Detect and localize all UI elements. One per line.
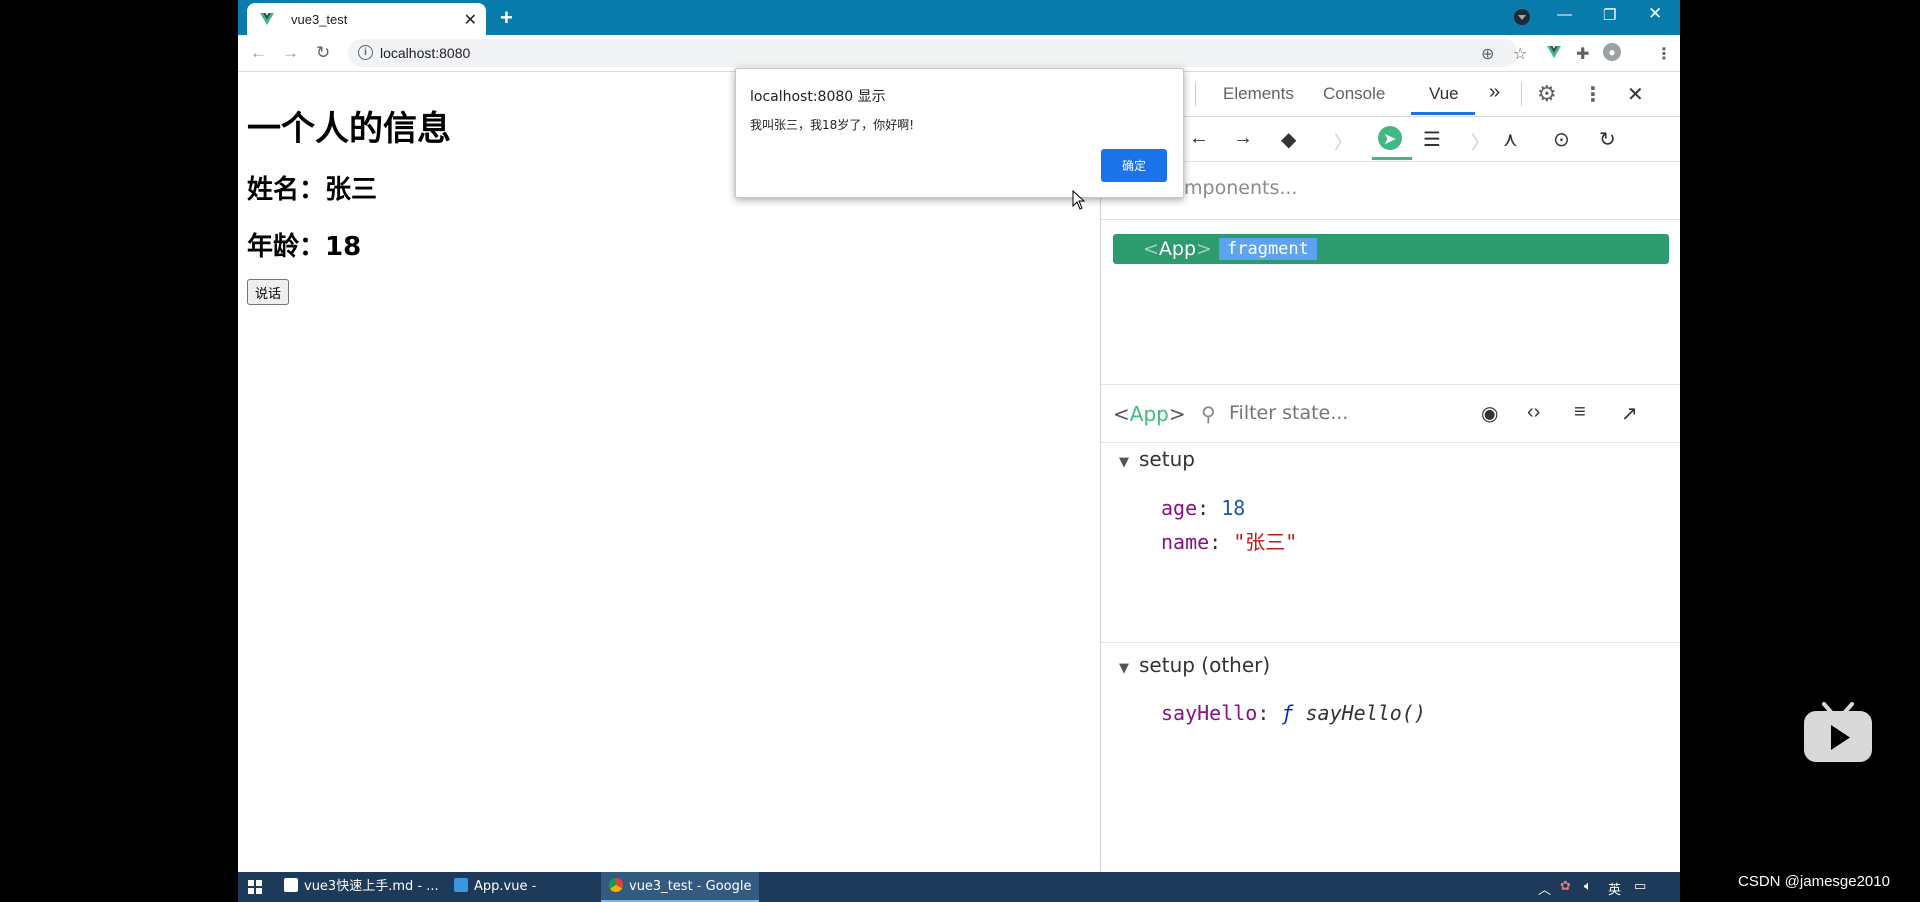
url-text[interactable]: localhost:8080 xyxy=(380,45,470,61)
address-bar[interactable]: i localhost:8080 xyxy=(348,39,1518,67)
tray-app-icon[interactable]: ✿ xyxy=(1560,879,1571,894)
tab-console[interactable]: Console xyxy=(1323,84,1385,104)
settings-gear-icon[interactable]: ⚙ xyxy=(1537,81,1557,107)
speak-button[interactable]: 说话 xyxy=(247,279,290,305)
browser-menu-icon[interactable]: ⋮ xyxy=(1656,44,1672,64)
tab-search-icon[interactable] xyxy=(1514,9,1530,25)
open-source-code-icon[interactable]: ‹› xyxy=(1527,401,1540,424)
show-hidden-icons-icon[interactable]: ︿ xyxy=(1538,879,1551,898)
page-heading: 一个人的信息 xyxy=(247,109,451,149)
inspector-header: <App> ⚲ ◉ ‹› ≡ ↗ xyxy=(1101,385,1680,443)
open-in-editor-icon[interactable]: ↗ xyxy=(1621,401,1638,426)
inspect-dom-eye-icon[interactable]: ◉ xyxy=(1481,401,1498,426)
close-devtools-icon[interactable]: ✕ xyxy=(1627,82,1644,107)
navigation-bar: ← → ↻ i localhost:8080 ⊕ ☆ ✚ ● ⋮ xyxy=(238,35,1680,72)
new-tab-icon[interactable]: + xyxy=(500,5,513,31)
collapse-state-icon[interactable]: ≡ xyxy=(1574,401,1586,424)
state-prop-sayhello[interactable]: sayHello: ƒ sayHello() xyxy=(1161,701,1426,725)
csdn-watermark: CSDN @jamesge2010 xyxy=(1738,873,1890,890)
alert-message: 我叫张三，我18岁了，你好啊! xyxy=(750,118,915,132)
selected-component-label: <App> xyxy=(1113,402,1186,426)
volume-icon[interactable]: 🔈︎ xyxy=(1584,879,1592,894)
vue-devtools-toolbar: ← → ◆ 〉 ➤ ☰ 〉 ⋏ ⊙ ↻ xyxy=(1101,117,1680,162)
close-window-icon[interactable]: ✕ xyxy=(1648,4,1662,24)
taskbar-item-typora[interactable]: vue3快速上手.md - ... xyxy=(284,872,444,902)
forward-icon[interactable]: → xyxy=(282,43,299,63)
components-layers-icon[interactable]: ◆ xyxy=(1281,127,1296,152)
section-header[interactable]: ▼ setup (other) xyxy=(1119,653,1270,677)
search-icon: ⚲ xyxy=(1201,404,1216,426)
section-divider xyxy=(1101,642,1680,643)
minimize-icon[interactable]: — xyxy=(1557,6,1572,23)
devtools-menu-icon[interactable]: ⋮ xyxy=(1583,82,1603,107)
component-name: <App> xyxy=(1143,238,1212,260)
back-icon[interactable]: ← xyxy=(250,43,267,63)
taskbar-item-chrome[interactable]: vue3_test - Google ... xyxy=(601,872,759,902)
notification-center-icon[interactable]: ▭ xyxy=(1634,879,1646,894)
vue-devtools-extension-icon[interactable] xyxy=(1546,45,1562,59)
alert-ok-button[interactable]: 确定 xyxy=(1101,149,1167,182)
expand-triangle-icon[interactable]: ▼ xyxy=(1119,455,1129,470)
ime-indicator[interactable]: 英 xyxy=(1608,879,1621,898)
section-header[interactable]: ▼ setup xyxy=(1119,447,1195,471)
mouse-cursor-icon xyxy=(1072,190,1086,210)
component-tree-row[interactable]: <App> fragment xyxy=(1113,234,1669,264)
nav-forward-icon[interactable]: → xyxy=(1233,127,1253,150)
zoom-icon[interactable]: ⊕ xyxy=(1481,44,1494,64)
routes-tree-icon[interactable]: ⋏ xyxy=(1503,127,1518,152)
reload-icon[interactable]: ↻ xyxy=(316,43,330,63)
toolbar-divider xyxy=(1521,82,1522,106)
state-prop-age[interactable]: age: 18 xyxy=(1161,496,1245,520)
tab-vue[interactable]: Vue xyxy=(1429,84,1459,104)
name-line: 姓名：张三 xyxy=(247,175,378,205)
taskbar-item-vscode[interactable]: App.vue - vue3_test... xyxy=(446,872,606,902)
filter-state-input[interactable] xyxy=(1229,402,1399,424)
divider xyxy=(1101,219,1680,220)
compass-needle-icon: ➤ xyxy=(1383,131,1397,148)
refresh-icon[interactable]: ↻ xyxy=(1599,127,1616,152)
browser-window: vue3_test ✕ + — ❐ ✕ ← → ↻ i localhost:80… xyxy=(238,0,1680,902)
vue-logo-icon xyxy=(260,13,274,25)
extensions-puzzle-icon[interactable]: ✚ xyxy=(1576,44,1589,64)
windows-taskbar: vue3快速上手.md - ... App.vue - vue3_test...… xyxy=(238,872,1680,902)
profile-avatar-icon[interactable]: ● xyxy=(1603,43,1621,61)
bilibili-play-icon[interactable] xyxy=(1804,700,1872,762)
active-tool-indicator xyxy=(1372,157,1412,160)
tab-title: vue3_test xyxy=(291,12,348,27)
separator-chevron: 〉 xyxy=(1334,133,1352,153)
fragment-badge: fragment xyxy=(1219,238,1317,260)
browser-tab[interactable]: vue3_test ✕ xyxy=(247,3,486,35)
alert-title: localhost:8080 显示 xyxy=(750,89,886,105)
devtools-tab-bar: Elements Console Vue » ⚙ ⋮ ✕ xyxy=(1101,72,1680,117)
timeline-icon[interactable]: ☰ xyxy=(1423,127,1441,152)
devtools-panel: Elements Console Vue » ⚙ ⋮ ✕ ← → ◆ 〉 ➤ ☰… xyxy=(1100,72,1680,872)
expand-triangle-icon[interactable]: ▼ xyxy=(1119,661,1129,676)
tab-divider xyxy=(1195,82,1196,106)
alert-dialog: localhost:8080 显示 我叫张三，我18岁了，你好啊! 确定 xyxy=(735,68,1184,198)
windows-start-icon[interactable] xyxy=(248,880,262,894)
restore-icon[interactable]: ❐ xyxy=(1603,6,1616,24)
bookmark-star-icon[interactable]: ☆ xyxy=(1513,44,1527,64)
more-tabs-chevron-icon[interactable]: » xyxy=(1489,81,1500,104)
tab-elements[interactable]: Elements xyxy=(1223,84,1294,104)
site-info-icon[interactable]: i xyxy=(358,45,373,60)
tab-close-icon[interactable]: ✕ xyxy=(464,10,477,30)
separator-chevron-2: 〉 xyxy=(1471,133,1489,153)
chrome-icon xyxy=(609,878,623,892)
tab-strip: vue3_test ✕ + — ❐ ✕ xyxy=(238,0,1680,35)
nav-back-icon[interactable]: ← xyxy=(1189,127,1209,150)
active-tab-indicator xyxy=(1411,112,1475,115)
vscode-icon xyxy=(454,878,468,892)
state-prop-name[interactable]: name: "张三" xyxy=(1161,526,1297,555)
age-line: 年龄：18 xyxy=(247,232,362,262)
document-app-icon xyxy=(284,878,298,892)
select-component-target-icon[interactable]: ⊙ xyxy=(1553,127,1570,152)
